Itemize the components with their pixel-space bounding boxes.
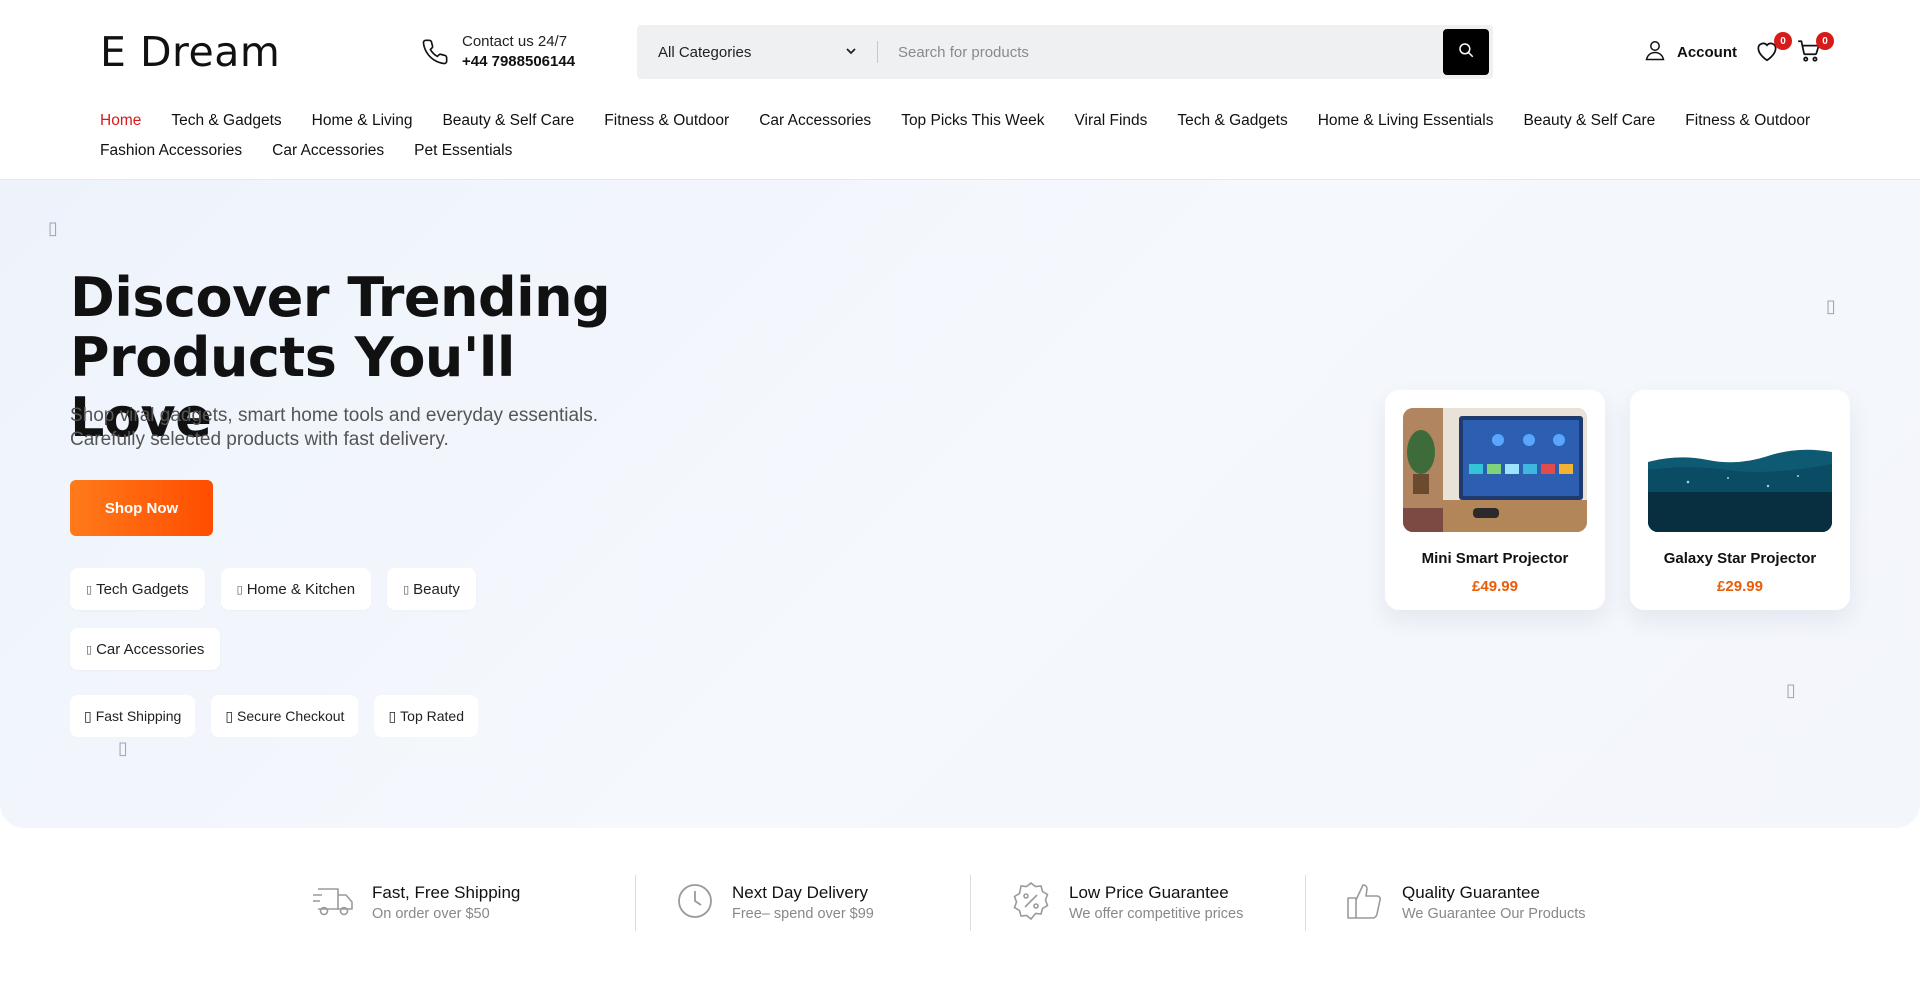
feature-low-price-guarantee: Low Price Guarantee We offer competitive… xyxy=(970,875,1305,931)
thumbs-up-icon xyxy=(1346,881,1384,926)
missing-glyph-icon: ▯ xyxy=(86,583,93,596)
feature-title: Quality Guarantee xyxy=(1402,883,1540,902)
trust-chips: ▯ Fast Shipping ▯ Secure Checkout ▯ Top Rat… xyxy=(70,695,478,737)
product-card-mini-smart-projector[interactable]: Mini Smart Projector £49.99 xyxy=(1385,390,1605,610)
nav-item-viral-finds[interactable]: Viral Finds xyxy=(1074,110,1147,132)
search-input[interactable] xyxy=(878,25,1443,79)
chip-label: Home & Kitchen xyxy=(246,580,356,598)
site-header: E Dream Contact us 24/7 +44 7988506144 A… xyxy=(0,0,1920,180)
search-button[interactable] xyxy=(1443,29,1489,75)
chip-label: Car Accessories xyxy=(96,640,205,658)
missing-glyph-icon: ▯ xyxy=(388,707,397,724)
product-image xyxy=(1403,408,1587,532)
product-card-galaxy-star-projector[interactable]: Galaxy Star Projector £29.99 xyxy=(1630,390,1850,610)
nav-item-pet-essentials[interactable]: Pet Essentials xyxy=(414,140,512,162)
decor-missing-glyph-icon: ▯ xyxy=(1826,296,1836,316)
chip-label: Top Rated xyxy=(400,708,464,724)
wishlist-count-badge: 0 xyxy=(1774,32,1792,50)
cart-count-badge: 0 xyxy=(1816,32,1834,50)
chip-secure-checkout: ▯ Secure Checkout xyxy=(211,695,359,737)
nav-item-fashion-accessories[interactable]: Fashion Accessories xyxy=(100,140,242,162)
hero-title-line1: Discover Trending xyxy=(70,266,611,329)
feature-fast-shipping: Fast, Free Shipping On order over $50 xyxy=(300,875,635,931)
chip-fast-shipping: ▯ Fast Shipping xyxy=(70,695,196,737)
missing-glyph-icon: ▯ xyxy=(236,583,243,596)
feature-desc: We offer competitive prices xyxy=(1069,906,1244,922)
chip-top-rated: ▯ Top Rated xyxy=(374,695,478,737)
shop-now-button[interactable]: Shop Now xyxy=(70,480,213,536)
nav-item-tech-gadgets-2[interactable]: Tech & Gadgets xyxy=(1177,110,1287,132)
account-label: Account xyxy=(1677,43,1737,61)
decor-missing-glyph-icon: ▯ xyxy=(118,738,128,758)
category-select-value: All Categories xyxy=(658,43,752,61)
feature-desc: Free– spend over $99 xyxy=(732,906,874,922)
nav-item-home-living-essentials[interactable]: Home & Living Essentials xyxy=(1318,110,1494,132)
nav-item-home-living[interactable]: Home & Living xyxy=(312,110,413,132)
service-features: Fast, Free Shipping On order over $50 Ne… xyxy=(300,875,1640,931)
site-logo[interactable]: E Dream xyxy=(100,28,280,76)
truck-icon xyxy=(312,883,354,924)
category-select[interactable]: All Categories xyxy=(637,25,877,79)
cart-icon xyxy=(1796,40,1822,68)
account-link[interactable]: Account xyxy=(1643,38,1737,66)
clock-icon xyxy=(676,882,714,925)
heart-icon xyxy=(1754,42,1780,68)
hero-banner: ▯ ▯ ▯ ▯ Discover Trending Products You'l… xyxy=(0,180,1920,828)
cart-button[interactable]: 0 xyxy=(1796,32,1834,68)
missing-glyph-icon: ▯ xyxy=(84,707,92,724)
nav-item-tech-gadgets[interactable]: Tech & Gadgets xyxy=(171,110,281,132)
missing-glyph-icon: ▯ xyxy=(403,583,410,596)
search-icon xyxy=(1457,41,1475,64)
nav-item-car-accessories-2[interactable]: Car Accessories xyxy=(272,140,384,162)
product-image xyxy=(1648,408,1832,532)
feature-title: Low Price Guarantee xyxy=(1069,883,1229,902)
user-icon xyxy=(1643,38,1667,66)
main-nav: Home Tech & Gadgets Home & Living Beauty… xyxy=(100,110,1840,162)
product-name: Mini Smart Projector xyxy=(1421,550,1569,567)
feature-title: Fast, Free Shipping xyxy=(372,883,521,902)
chip-label: Beauty xyxy=(413,580,460,598)
phone-icon xyxy=(420,32,450,72)
product-price: £49.99 xyxy=(1472,578,1518,595)
nav-item-car-accessories[interactable]: Car Accessories xyxy=(759,110,871,132)
search-bar: All Categories xyxy=(637,25,1493,79)
feature-desc: On order over $50 xyxy=(372,906,490,922)
category-chips: ▯ Tech Gadgets ▯ Home & Kitchen ▯ Beauty ▯ C… xyxy=(70,568,510,670)
hero-subtitle: Shop viral gadgets, smart home tools and… xyxy=(70,405,599,450)
chevron-down-icon xyxy=(845,44,857,61)
chip-label: Secure Checkout xyxy=(237,708,345,724)
decor-missing-glyph-icon: ▯ xyxy=(1786,680,1796,700)
chip-car-accessories[interactable]: ▯ Car Accessories xyxy=(70,628,221,670)
nav-item-fitness-outdoor-2[interactable]: Fitness & Outdoor xyxy=(1685,110,1810,132)
nav-item-top-picks[interactable]: Top Picks This Week xyxy=(901,110,1044,132)
chip-tech-gadgets[interactable]: ▯ Tech Gadgets xyxy=(70,568,205,610)
feature-next-day-delivery: Next Day Delivery Free– spend over $99 xyxy=(635,875,970,931)
percent-badge-icon xyxy=(1011,881,1051,926)
wishlist-button[interactable]: 0 xyxy=(1754,32,1792,68)
chip-home-kitchen[interactable]: ▯ Home & Kitchen xyxy=(220,568,372,610)
product-price: £29.99 xyxy=(1717,578,1763,595)
nav-item-fitness-outdoor[interactable]: Fitness & Outdoor xyxy=(604,110,729,132)
feature-title: Next Day Delivery xyxy=(732,883,869,902)
chip-label: Fast Shipping xyxy=(95,708,182,724)
chip-label: Tech Gadgets xyxy=(96,580,189,598)
contact-phone[interactable]: +44 7988506144 xyxy=(462,52,575,72)
missing-glyph-icon: ▯ xyxy=(225,707,234,724)
contact-info: Contact us 24/7 +44 7988506144 xyxy=(420,32,575,72)
feature-desc: We Guarantee Our Products xyxy=(1402,906,1586,922)
nav-item-beauty-self-care[interactable]: Beauty & Self Care xyxy=(442,110,574,132)
feature-quality-guarantee: Quality Guarantee We Guarantee Our Produ… xyxy=(1305,875,1640,931)
missing-glyph-icon: ▯ xyxy=(86,643,93,656)
decor-missing-glyph-icon: ▯ xyxy=(48,218,58,238)
contact-label: Contact us 24/7 xyxy=(462,33,568,50)
product-name: Galaxy Star Projector xyxy=(1663,550,1817,567)
nav-item-beauty-self-care-2[interactable]: Beauty & Self Care xyxy=(1523,110,1655,132)
nav-item-home[interactable]: Home xyxy=(100,110,141,132)
chip-beauty[interactable]: ▯ Beauty xyxy=(387,568,476,610)
